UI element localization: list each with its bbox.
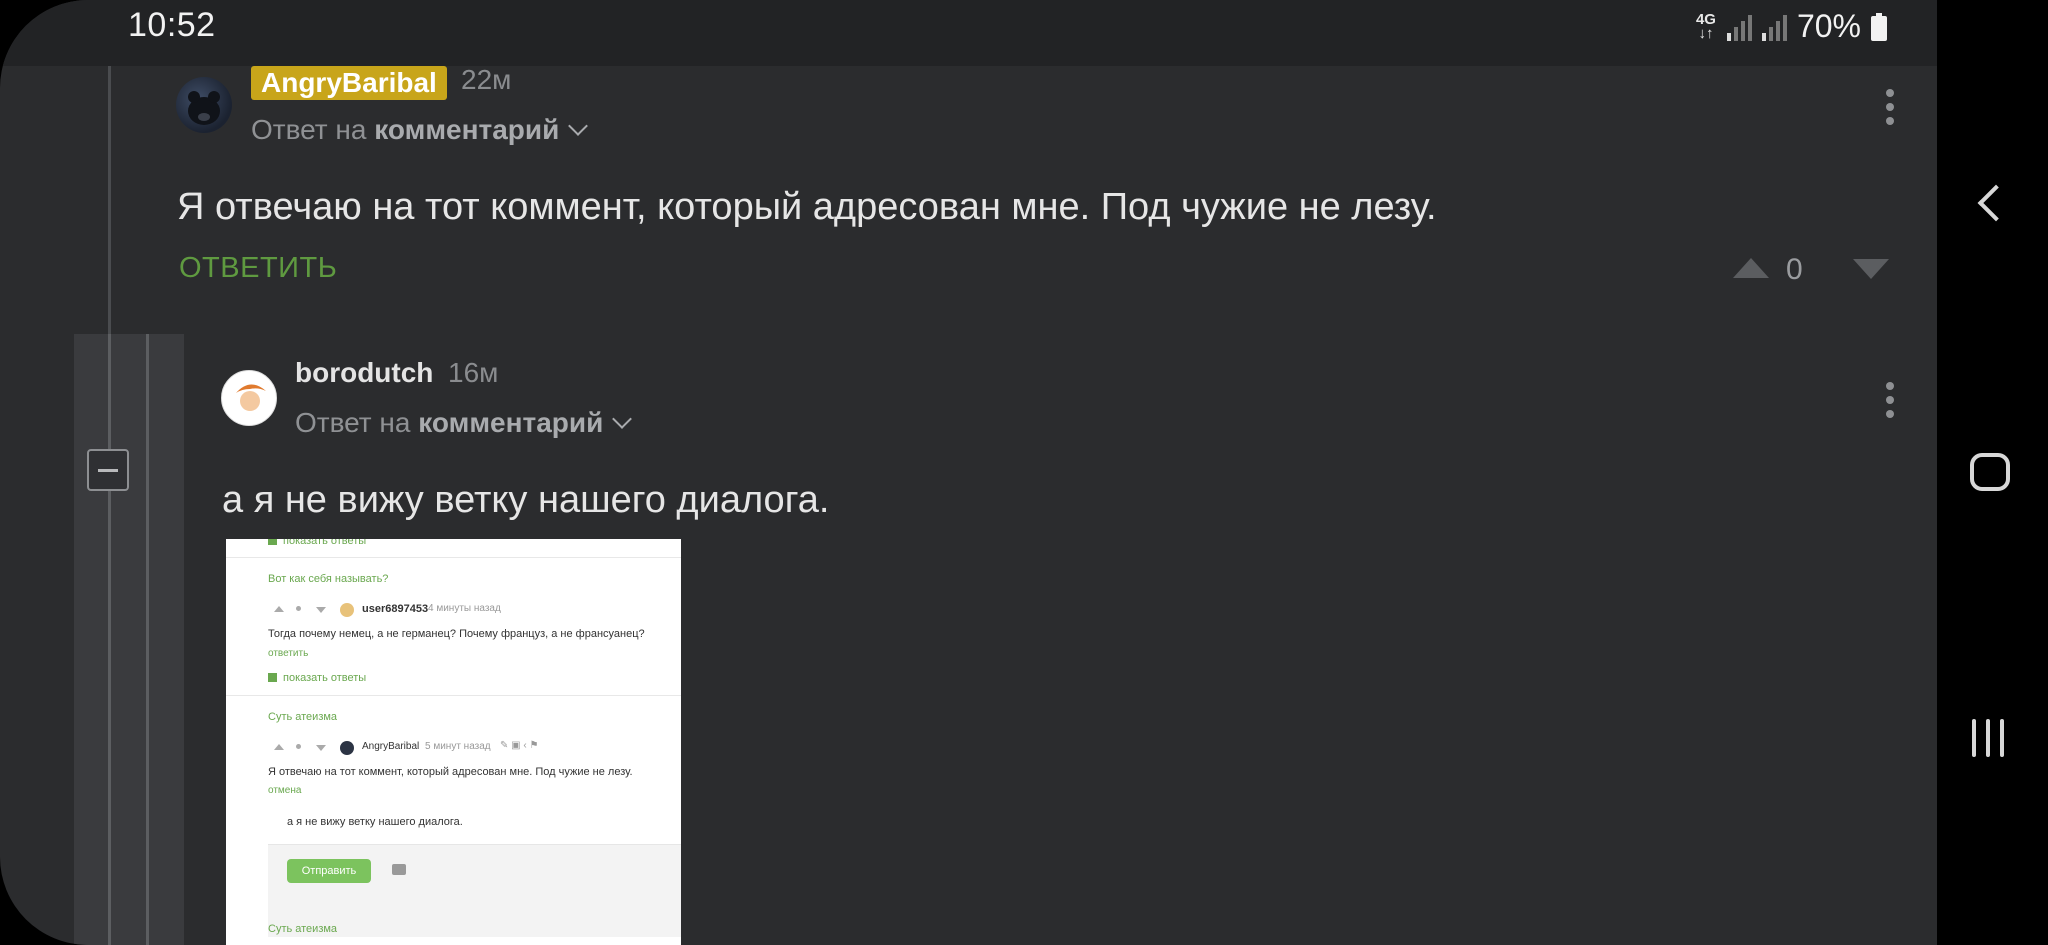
comment-time: 22м (461, 64, 512, 95)
reply-link: ответить (268, 648, 309, 659)
reply-to-link[interactable]: Ответ на комментарий (295, 407, 633, 439)
downvote-arrow-icon (316, 607, 326, 613)
battery-icon (1871, 12, 1887, 41)
vote-count: 0 (1786, 253, 1803, 286)
show-replies-link: показать ответы (268, 672, 366, 684)
reply-to-prefix: Ответ на (295, 407, 411, 438)
thread-line (146, 334, 149, 945)
thread-gutter (74, 334, 184, 945)
rating-dot-icon (296, 744, 301, 749)
thread-line (108, 334, 111, 945)
chevron-down-icon (568, 116, 589, 136)
send-button: Отправить (287, 859, 371, 883)
comment-author[interactable]: borodutch (295, 357, 433, 389)
reply-draft-text: а я не вижу ветку нашего диалога. (287, 816, 463, 828)
comment-time: 4 минуты назад (428, 603, 501, 614)
comment-author: user6897453 (362, 603, 429, 615)
status-time: 10:52 (128, 6, 216, 44)
upvote-arrow-icon[interactable] (1733, 258, 1769, 278)
comment-author: AngryBaribal (362, 741, 420, 752)
downvote-arrow-icon (316, 745, 326, 751)
signal-2-icon (1761, 13, 1787, 41)
chevron-down-icon (612, 409, 633, 429)
status-indicators: 4G ↓↑ 70% (1695, 8, 1887, 45)
downvote-arrow-icon[interactable] (1853, 259, 1889, 279)
show-replies-label: показать ответы (283, 672, 367, 684)
comment-text: а я не вижу ветку нашего диалога. (222, 479, 830, 521)
upvote-arrow-icon (274, 744, 284, 750)
kebab-menu-icon[interactable] (1886, 382, 1894, 424)
network-type-label: 4G (1695, 10, 1716, 28)
upvote-arrow-icon (274, 606, 284, 612)
nav-home-icon[interactable] (1970, 453, 2010, 491)
signal-1-icon (1726, 13, 1752, 41)
reply-to-prefix: Ответ на (251, 114, 367, 145)
camera-icon (392, 864, 406, 875)
comment-action-icons: ✎ ▣ ‹ ⚑ (500, 740, 539, 751)
show-replies-label: показать ответы (283, 539, 367, 547)
comment-time: 5 минут назад (425, 741, 491, 752)
comment-time: 16м (448, 357, 499, 388)
network-type-icon: 4G ↓↑ (1695, 10, 1716, 42)
rating-dot-icon (296, 606, 301, 611)
reply-to-target: комментарий (418, 407, 604, 438)
avatar (340, 603, 354, 617)
comment-text: Тогда почему немец, а не германец? Почем… (268, 628, 645, 640)
reply-to-link[interactable]: Ответ на комментарий (251, 114, 589, 146)
plus-icon (268, 673, 277, 682)
avatar (340, 741, 354, 755)
post-title: Суть атеизма (268, 923, 338, 935)
avatar[interactable] (221, 370, 277, 426)
kebab-menu-icon[interactable] (1886, 89, 1894, 131)
battery-percent: 70% (1796, 8, 1861, 44)
collapse-thread-icon[interactable] (87, 449, 129, 491)
avatar[interactable] (176, 77, 232, 133)
cancel-link: отмена (268, 785, 302, 796)
status-bar: 10:52 4G ↓↑ 70% (0, 0, 1937, 66)
post-title: Суть атеизма (268, 711, 338, 723)
app-screen: 10:52 4G ↓↑ 70% AngryBaribal 22м Ответ на… (0, 0, 1937, 945)
comment-text: Я отвечаю на тот коммент, который адресо… (268, 766, 633, 778)
nav-recent-apps-icon[interactable] (1972, 719, 2004, 757)
comment-text: Я отвечаю на тот коммент, который адресо… (177, 186, 1437, 228)
reply-to-target: комментарий (374, 114, 560, 145)
post-title: Вот как себя называть? (268, 573, 389, 585)
reply-button[interactable]: ОТВЕТИТЬ (179, 252, 337, 285)
show-replies-link: показать ответы (268, 539, 366, 547)
plus-icon (268, 539, 277, 545)
comment-image[interactable]: показать ответы Вот как себя называть? u… (226, 539, 681, 945)
comment-author[interactable]: AngryBaribal (251, 66, 447, 100)
